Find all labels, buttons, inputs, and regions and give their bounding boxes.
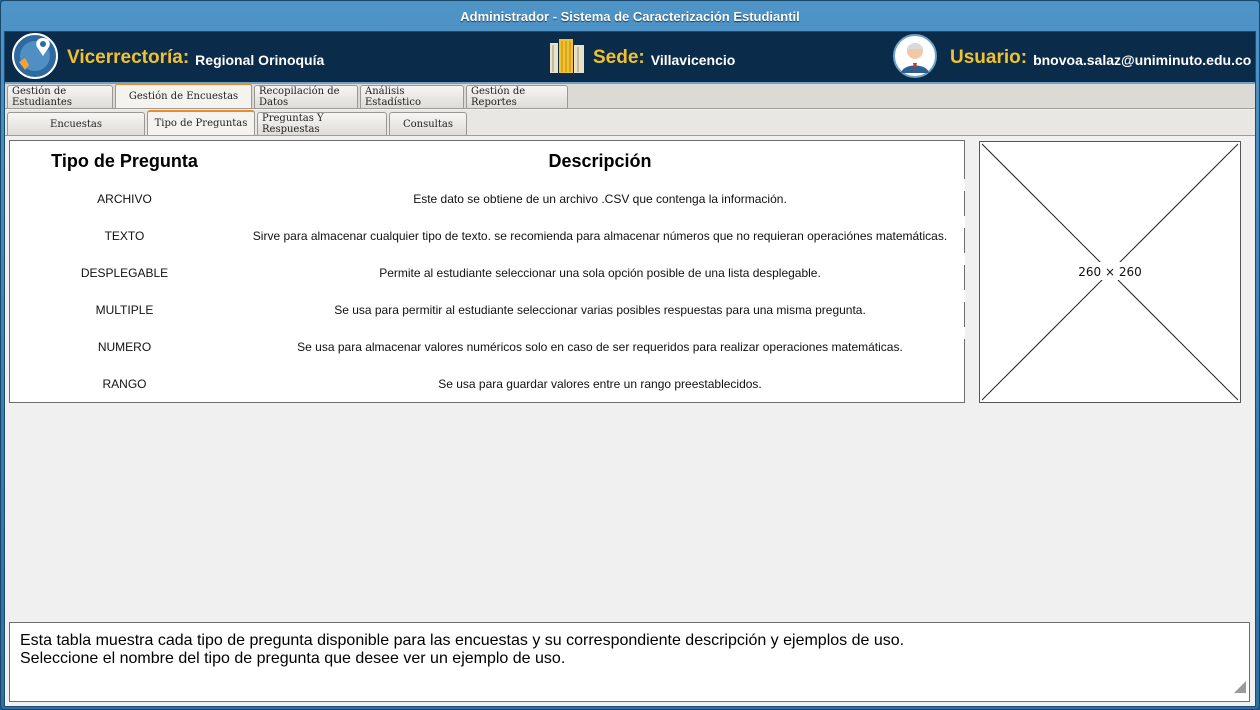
tab-gestion-encuestas[interactable]: Gestión de Encuestas <box>115 83 252 108</box>
header-bar: Vicerrectoría: Regional Orinoquía Sede: … <box>5 32 1255 84</box>
usuario-group: Usuario: bnovoa.salaz@uniminuto.edu.co <box>892 32 1251 84</box>
table-row[interactable]: RANGO Se usa para guardar valores entre … <box>10 366 964 403</box>
row-divider <box>963 179 965 191</box>
description-cell: Se usa para permitir al estudiante selec… <box>334 303 866 317</box>
app-window: Administrador - Sistema de Caracterizaci… <box>0 0 1260 710</box>
sede-group: Sede: Villavicencio <box>549 32 735 84</box>
location-icon <box>11 32 59 85</box>
vicerrectoria-value: Regional Orinoquía <box>195 51 325 68</box>
column-header-description: Descripción <box>548 151 652 171</box>
usuario-label: Usuario: <box>950 47 1028 68</box>
help-text-line-1: Esta tabla muestra cada tipo de pregunta… <box>20 632 905 649</box>
question-type-cell[interactable]: DESPLEGABLE <box>10 266 239 280</box>
usuario-value: bnovoa.salaz@uniminuto.edu.co <box>1033 51 1252 68</box>
tab-consultas[interactable]: Consultas <box>389 112 467 135</box>
row-divider <box>963 253 965 265</box>
question-types-table[interactable]: Tipo de Pregunta Descripción ARCHIVO Est… <box>9 140 965 403</box>
sede-value: Villavicencio <box>650 51 736 68</box>
tab-analisis-estadistico[interactable]: Análisis Estadístico <box>360 85 464 108</box>
content-area: Tipo de Pregunta Descripción ARCHIVO Est… <box>5 136 1255 706</box>
table-row[interactable]: MULTIPLE Se usa para permitir al estudia… <box>10 292 964 329</box>
tab-gestion-estudiantes[interactable]: Gestión de Estudiantes <box>7 85 113 108</box>
vicerrectoria-group: Vicerrectoría: Regional Orinoquía <box>11 32 324 84</box>
tab-preguntas-respuestas[interactable]: Preguntas Y Respuestas <box>257 112 387 135</box>
question-type-cell[interactable]: NUMERO <box>10 340 239 354</box>
help-text-line-2: Seleccione el nombre del tipo de pregunt… <box>20 650 566 667</box>
description-cell: Se usa para guardar valores entre un ran… <box>438 377 762 391</box>
tab-recopilacion-datos[interactable]: Recopilación de Datos <box>254 85 358 108</box>
table-row[interactable]: DESPLEGABLE Permite al estudiante selecc… <box>10 255 964 292</box>
user-avatar-icon <box>892 33 938 84</box>
tab-gestion-reportes[interactable]: Gestión de Reportes <box>466 85 568 108</box>
placeholder-size-label: 260 × 260 <box>1078 265 1142 279</box>
description-cell: Sirve para almacenar cualquier tipo de t… <box>252 229 948 243</box>
table-row[interactable]: TEXTO Sirve para almacenar cualquier tip… <box>10 218 964 255</box>
vicerrectoria-label: Vicerrectoría: <box>67 47 190 68</box>
description-cell: Permite al estudiante seleccionar una so… <box>379 266 821 280</box>
table-row[interactable]: NUMERO Se usa para almacenar valores num… <box>10 329 964 366</box>
description-cell: Se usa para almacenar valores numéricos … <box>297 340 903 354</box>
question-type-cell[interactable]: RANGO <box>10 377 239 391</box>
resize-grip-icon[interactable] <box>1234 680 1246 698</box>
tab-tipo-preguntas[interactable]: Tipo de Preguntas <box>147 110 255 135</box>
row-divider <box>963 290 965 302</box>
row-divider <box>963 216 965 228</box>
sub-tab-bar: Encuestas Tipo de Preguntas Preguntas Y … <box>5 110 1255 136</box>
window-title: Administrador - Sistema de Caracterizaci… <box>460 8 800 24</box>
description-cell: Este dato se obtiene de un archivo .CSV … <box>413 192 787 206</box>
client-area: Vicerrectoría: Regional Orinoquía Sede: … <box>4 31 1256 707</box>
table-row[interactable]: ARCHIVO Este dato se obtiene de un archi… <box>10 181 964 218</box>
column-header-type: Tipo de Pregunta <box>51 151 198 171</box>
question-type-cell[interactable]: ARCHIVO <box>10 192 239 206</box>
row-divider <box>963 327 965 339</box>
help-text-area[interactable]: Esta tabla muestra cada tipo de pregunta… <box>9 622 1250 702</box>
main-tab-bar: Gestión de Estudiantes Gestión de Encues… <box>5 83 1255 109</box>
example-image-placeholder: 260 × 260 <box>979 141 1241 403</box>
building-icon <box>549 37 585 80</box>
question-type-cell[interactable]: MULTIPLE <box>10 303 239 317</box>
question-type-cell[interactable]: TEXTO <box>10 229 239 243</box>
title-bar[interactable]: Administrador - Sistema de Caracterizaci… <box>1 1 1259 31</box>
tab-encuestas[interactable]: Encuestas <box>7 112 145 135</box>
sede-label: Sede: <box>593 47 645 68</box>
